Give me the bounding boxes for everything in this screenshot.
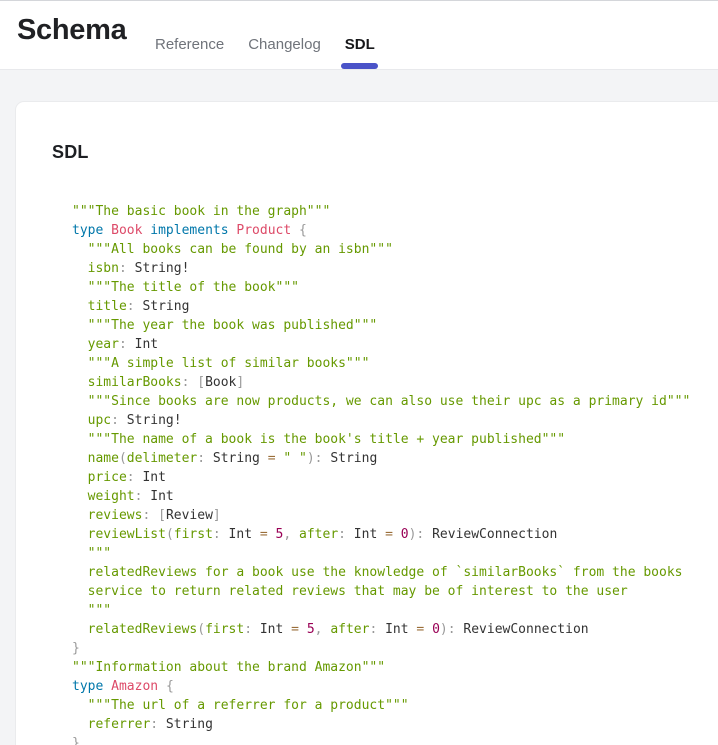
tab-reference[interactable]: Reference <box>155 37 224 52</box>
code-line: price: Int <box>72 468 718 487</box>
tab-changelog[interactable]: Changelog <box>248 37 321 52</box>
code-line: """Information about the brand Amazon""" <box>72 658 718 677</box>
code-line: upc: String! <box>72 411 718 430</box>
code-line: """A simple list of similar books""" <box>72 354 718 373</box>
code-line: service to return related reviews that m… <box>72 582 718 601</box>
code-line: relatedReviews for a book use the knowle… <box>72 563 718 582</box>
code-line: """Since books are now products, we can … <box>72 392 718 411</box>
code-line: similarBooks: [Book] <box>72 373 718 392</box>
code-line: name(delimeter: String = " "): String <box>72 449 718 468</box>
code-line: } <box>72 734 718 745</box>
code-line: type Amazon { <box>72 677 718 696</box>
content-card: SDL """The basic book in the graph"""typ… <box>16 102 718 745</box>
code-line: reviewList(first: Int = 5, after: Int = … <box>72 525 718 544</box>
code-line: } <box>72 639 718 658</box>
code-line: """The title of the book""" <box>72 278 718 297</box>
code-line: """The name of a book is the book's titl… <box>72 430 718 449</box>
code-line: year: Int <box>72 335 718 354</box>
tab-sdl[interactable]: SDL <box>345 37 375 52</box>
code-line: """All books can be found by an isbn""" <box>72 240 718 259</box>
code-line: weight: Int <box>72 487 718 506</box>
code-line: reviews: [Review] <box>72 506 718 525</box>
page-title: Schema <box>17 14 126 47</box>
code-line: """ <box>72 544 718 563</box>
code-line: relatedReviews(first: Int = 5, after: In… <box>72 620 718 639</box>
tab-bar: Reference Changelog SDL <box>155 1 375 69</box>
content-area: SDL """The basic book in the graph"""typ… <box>0 70 718 745</box>
code-line: referrer: String <box>72 715 718 734</box>
header: Schema Reference Changelog SDL <box>0 0 718 70</box>
sdl-code: """The basic book in the graph"""type Bo… <box>72 202 718 745</box>
code-line: type Book implements Product { <box>72 221 718 240</box>
code-line: """ <box>72 601 718 620</box>
code-line: """The basic book in the graph""" <box>72 202 718 221</box>
code-line: isbn: String! <box>72 259 718 278</box>
sdl-heading: SDL <box>52 142 718 163</box>
code-line: """The year the book was published""" <box>72 316 718 335</box>
code-line: title: String <box>72 297 718 316</box>
code-line: """The url of a referrer for a product""… <box>72 696 718 715</box>
